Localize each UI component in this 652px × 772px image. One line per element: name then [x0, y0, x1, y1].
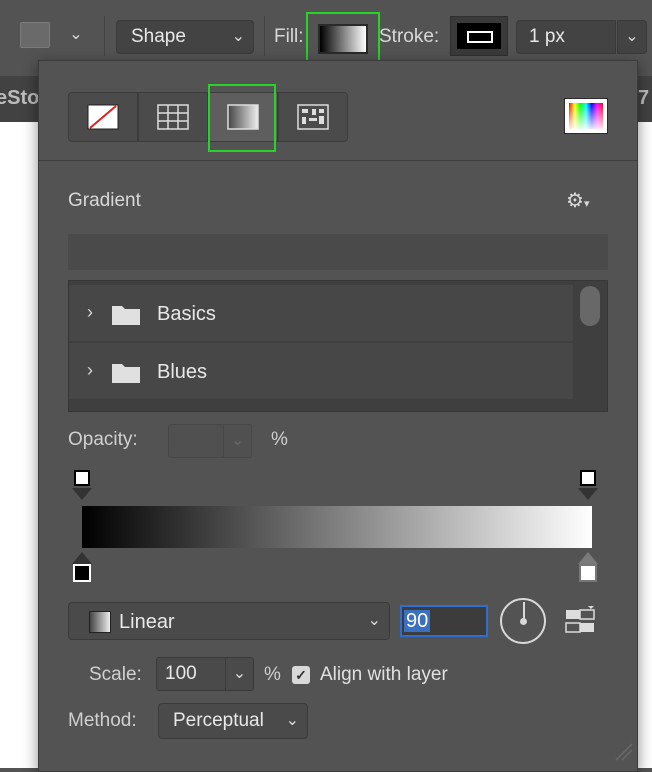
color-stop-left[interactable]: [73, 564, 91, 582]
chevron-down-icon: ⌄: [367, 612, 381, 629]
document-tab[interactable]: 7: [638, 87, 649, 110]
color-stop-left-pointer: [72, 552, 92, 564]
color-spectrum-icon: [569, 103, 603, 129]
angle-input[interactable]: 90: [400, 605, 488, 637]
scale-label: Scale:: [89, 664, 142, 685]
angle-value: 90: [404, 610, 431, 632]
chevron-down-icon[interactable]: ⌄: [66, 24, 86, 46]
fill-label: Fill:: [274, 26, 304, 47]
document-tab[interactable]: eSto: [0, 87, 39, 110]
angle-dial[interactable]: [500, 598, 546, 644]
gradient-button-highlight: [208, 84, 276, 152]
opacity-input[interactable]: [168, 424, 224, 458]
gradient-search-input[interactable]: [68, 234, 608, 270]
gradient-type-select[interactable]: Linear ⌄: [68, 602, 390, 640]
method-select[interactable]: Perceptual ⌄: [158, 703, 308, 739]
method-value: Perceptual: [173, 710, 264, 731]
chevron-down-icon: ⌄: [231, 28, 245, 45]
chevron-right-icon[interactable]: ›: [87, 302, 93, 323]
shape-preset-swatch[interactable]: [20, 22, 50, 48]
section-title: Gradient: [68, 190, 141, 211]
stroke-swatch-button[interactable]: [450, 16, 508, 56]
gradient-ramp[interactable]: [82, 506, 592, 548]
divider: [38, 160, 638, 161]
color-picker-button[interactable]: [564, 98, 608, 134]
fill-type-pattern-button[interactable]: [278, 92, 348, 142]
gradient-type-label: Linear: [119, 611, 175, 633]
scale-input[interactable]: 100: [156, 657, 226, 691]
opacity-stop-right-pointer: [578, 488, 598, 500]
stroke-width-dropdown[interactable]: ⌄: [617, 20, 647, 54]
gradient-preset-list: › Basics › Blues: [68, 280, 608, 412]
stroke-label: Stroke:: [379, 26, 440, 47]
fill-swatch-button[interactable]: [306, 12, 380, 66]
scale-unit: %: [264, 664, 281, 685]
pattern-icon: [297, 104, 329, 130]
opacity-stop-left-pointer: [72, 488, 92, 500]
gradient-preview: [318, 24, 368, 54]
opacity-stop-right[interactable]: [580, 470, 596, 486]
resize-grip-icon[interactable]: [612, 740, 634, 762]
reverse-gradient-icon[interactable]: [564, 606, 598, 634]
list-item[interactable]: › Blues: [69, 343, 573, 399]
solid-color-grid-icon: [157, 104, 189, 130]
linear-gradient-icon: [89, 611, 111, 633]
folder-label: Basics: [157, 303, 216, 325]
align-with-layer-checkbox[interactable]: ✓: [292, 666, 310, 684]
folder-icon: [112, 306, 140, 325]
list-scrollbar-thumb[interactable]: [580, 286, 600, 326]
folder-icon: [112, 364, 140, 383]
mode-select[interactable]: Shape ⌄: [116, 20, 254, 54]
opacity-stop-left[interactable]: [74, 470, 90, 486]
opacity-dropdown[interactable]: ⌄: [224, 424, 252, 458]
folder-label: Blues: [157, 361, 208, 383]
list-item[interactable]: › Basics: [69, 285, 573, 341]
opacity-label: Opacity:: [68, 429, 138, 450]
opacity-unit: %: [271, 429, 288, 450]
gear-icon[interactable]: ⚙▾: [566, 188, 589, 213]
method-label: Method:: [68, 710, 137, 731]
scale-dropdown[interactable]: ⌄: [226, 657, 254, 691]
stroke-width-input[interactable]: 1 px: [516, 20, 616, 54]
stroke-preview: [457, 23, 501, 49]
no-color-icon: [87, 104, 119, 130]
color-stop-right-pointer: [578, 552, 598, 564]
fill-type-no-color-button[interactable]: [68, 92, 138, 142]
color-stop-right[interactable]: [579, 564, 597, 582]
separator: [104, 16, 105, 56]
chevron-right-icon[interactable]: ›: [87, 360, 93, 381]
chevron-down-icon: ⌄: [285, 712, 299, 729]
fill-type-solid-color-button[interactable]: [138, 92, 208, 142]
mode-select-label: Shape: [131, 26, 186, 47]
align-with-layer-label: Align with layer: [320, 664, 448, 685]
separator: [264, 16, 265, 56]
